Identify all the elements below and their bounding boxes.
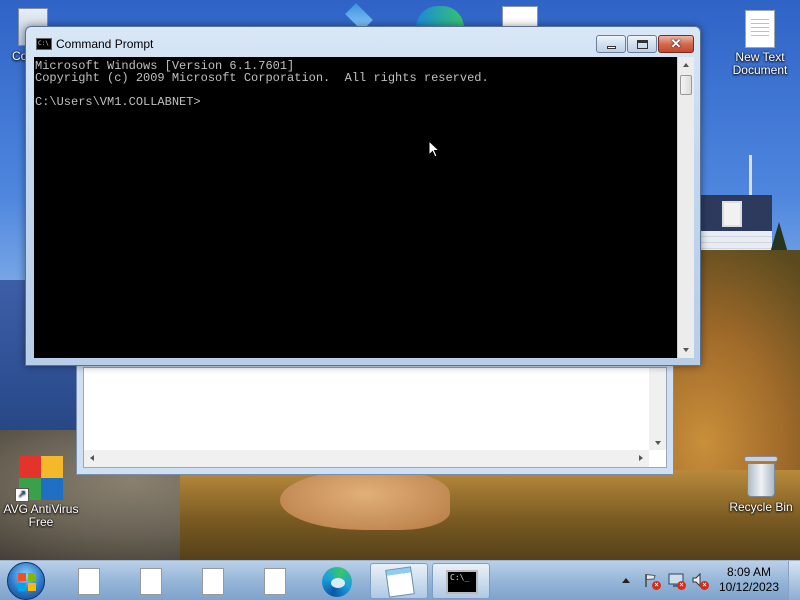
- mouse-pointer-icon: [428, 140, 440, 158]
- desktop-icon-partial-doc[interactable]: [502, 6, 538, 28]
- windows-start-icon: [18, 573, 36, 591]
- scroll-down-arrow-icon[interactable]: [655, 441, 661, 445]
- maximize-icon: [637, 40, 648, 49]
- desktop-icon-avg-label: AVG AntiVirus Free: [3, 502, 79, 529]
- edge-icon: [322, 567, 352, 597]
- cmd-icon[interactable]: C:\: [36, 38, 52, 50]
- window-title: Command Prompt: [56, 37, 154, 51]
- notepad-icon: [385, 566, 415, 598]
- taskbar-item-edge[interactable]: [308, 563, 366, 599]
- desktop-icon-recycle-bin-label: Recycle Bin: [729, 500, 793, 514]
- volume-muted-icon[interactable]: ×: [691, 572, 709, 590]
- start-button[interactable]: [7, 562, 45, 600]
- avg-antivirus-icon: ↗: [15, 456, 63, 502]
- close-icon: ✕: [670, 36, 682, 51]
- wallpaper-orange-rock: [280, 470, 450, 530]
- taskbar-item-notepad[interactable]: [370, 563, 428, 599]
- scroll-right-arrow-icon[interactable]: [639, 455, 643, 461]
- command-prompt-titlebar[interactable]: C:\ Command Prompt ✕: [26, 27, 700, 57]
- show-hidden-icons-button[interactable]: [622, 578, 630, 583]
- background-window-vertical-scrollbar[interactable]: [649, 368, 666, 450]
- scroll-left-arrow-icon[interactable]: [90, 455, 94, 461]
- document-icon: [78, 568, 100, 595]
- desktop-icon-recycle-bin[interactable]: Recycle Bin: [722, 456, 800, 514]
- console-text: Microsoft Windows [Version 6.1.7601] Cop…: [35, 59, 489, 109]
- text-document-icon: [745, 10, 775, 48]
- console-vertical-scrollbar[interactable]: [677, 57, 694, 358]
- taskbar-item-document-3[interactable]: [184, 563, 242, 599]
- document-icon: [202, 568, 224, 595]
- command-prompt-icon: C:\_: [446, 570, 478, 594]
- background-window-horizontal-scrollbar[interactable]: [84, 450, 649, 467]
- clock-date: 10/12/2023: [718, 580, 780, 594]
- taskbar[interactable]: C:\_ × × × 8:09 AM 10/12/2023: [0, 560, 800, 600]
- desktop-icon-avg[interactable]: ↗ AVG AntiVirus Free: [2, 456, 80, 529]
- action-center-flag-icon[interactable]: ×: [643, 572, 661, 590]
- command-prompt-window[interactable]: C:\ Command Prompt ✕ Microsoft Windows […: [25, 26, 701, 366]
- taskbar-item-document-4[interactable]: [246, 563, 304, 599]
- desktop-icon-new-text-document-label: New Text Document: [732, 50, 788, 77]
- shortcut-arrow-icon: ↗: [15, 488, 29, 502]
- scrollbar-thumb[interactable]: [680, 75, 692, 95]
- desktop-icon-new-text-document[interactable]: New Text Document: [723, 10, 797, 77]
- show-desktop-button[interactable]: [788, 561, 800, 600]
- minimize-icon: [607, 46, 616, 49]
- wallpaper-foreground: [180, 470, 800, 560]
- maximize-button[interactable]: [627, 35, 657, 53]
- scroll-up-arrow-icon[interactable]: [683, 63, 689, 67]
- background-window-content[interactable]: [83, 367, 667, 468]
- network-icon[interactable]: ×: [668, 572, 686, 590]
- console-output-area[interactable]: Microsoft Windows [Version 6.1.7601] Cop…: [34, 57, 677, 358]
- scroll-down-arrow-icon[interactable]: [683, 348, 689, 352]
- taskbar-item-command-prompt[interactable]: C:\_: [432, 563, 490, 599]
- close-button[interactable]: ✕: [658, 35, 694, 53]
- recycle-bin-icon: [744, 456, 778, 498]
- document-icon: [264, 568, 286, 595]
- clock-time: 8:09 AM: [726, 565, 772, 579]
- taskbar-item-document-1[interactable]: [60, 563, 118, 599]
- minimize-button[interactable]: [596, 35, 626, 53]
- system-clock[interactable]: 8:09 AM 10/12/2023: [712, 565, 786, 595]
- taskbar-item-document-2[interactable]: [122, 563, 180, 599]
- document-icon: [140, 568, 162, 595]
